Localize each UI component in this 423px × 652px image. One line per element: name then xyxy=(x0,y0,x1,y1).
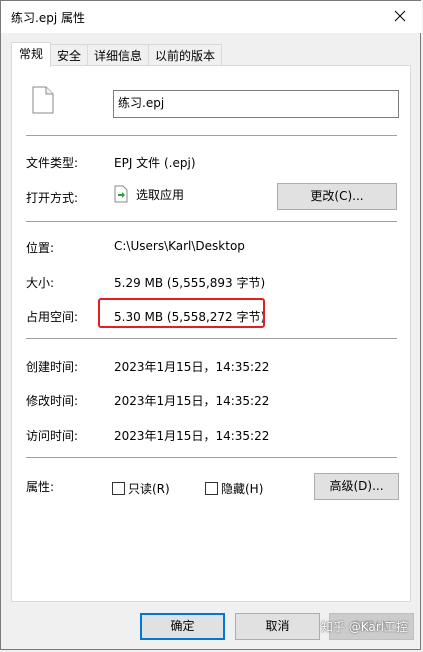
separator xyxy=(26,457,397,458)
window-title: 练习.epj 属性 xyxy=(11,11,85,25)
file-type-value: EPJ 文件 (.epj) xyxy=(114,156,196,170)
location-label: 位置: xyxy=(26,241,55,255)
open-with-app-name: 选取应用 xyxy=(136,188,185,202)
created-value: 2023年1月15日，14:35:22 xyxy=(114,360,270,374)
readonly-checkbox[interactable]: 只读(R) xyxy=(112,480,170,497)
tab-previous-versions[interactable]: 以前的版本 xyxy=(148,44,223,66)
tab-general[interactable]: 常规 xyxy=(11,42,52,67)
tab-strip: 常规 安全 详细信息 以前的版本 xyxy=(11,42,223,67)
attributes-label: 属性: xyxy=(26,480,55,494)
tab-details[interactable]: 详细信息 xyxy=(87,44,150,66)
size-label: 大小: xyxy=(26,276,55,290)
size-on-disk-label: 占用空间: xyxy=(26,310,79,324)
file-type-label: 文件类型: xyxy=(26,156,79,170)
change-button[interactable]: 更改(C)... xyxy=(277,183,397,210)
choose-app-icon xyxy=(114,185,128,206)
separator xyxy=(26,338,397,339)
file-icon xyxy=(32,86,54,117)
ok-button[interactable]: 确定 xyxy=(140,613,225,640)
hidden-checkbox-box[interactable] xyxy=(205,482,218,495)
separator xyxy=(26,221,397,222)
size-on-disk-highlight xyxy=(98,298,265,328)
properties-window: 练习.epj 属性 常规 安全 详细信息 以前的版本 练习.epj 文件类型: … xyxy=(0,0,422,650)
open-with-label: 打开方式: xyxy=(26,191,79,205)
modified-label: 修改时间: xyxy=(26,394,79,408)
separator xyxy=(26,135,397,136)
tab-security[interactable]: 安全 xyxy=(50,44,89,66)
general-panel: 练习.epj 文件类型: EPJ 文件 (.epj) 打开方式: 选取应用 更改… xyxy=(11,65,411,602)
watermark: 知乎 @Karl工控 xyxy=(320,620,408,634)
file-name-field[interactable]: 练习.epj xyxy=(113,90,399,118)
modified-value: 2023年1月15日，14:35:22 xyxy=(114,394,270,408)
close-button[interactable] xyxy=(378,1,422,33)
cancel-button[interactable]: 取消 xyxy=(235,613,320,640)
created-label: 创建时间: xyxy=(26,360,79,374)
size-value: 5.29 MB (5,555,893 字节) xyxy=(114,276,266,290)
advanced-button[interactable]: 高级(D)... xyxy=(314,473,399,500)
open-with-value: 选取应用 xyxy=(114,185,184,206)
accessed-label: 访问时间: xyxy=(26,429,79,443)
hidden-checkbox[interactable]: 隐藏(H) xyxy=(205,480,263,497)
readonly-checkbox-label: 只读(R) xyxy=(128,482,170,496)
location-value: C:\Users\Karl\Desktop xyxy=(114,239,245,253)
title-bar: 练习.epj 属性 xyxy=(1,1,422,33)
hidden-checkbox-label: 隐藏(H) xyxy=(221,482,264,496)
close-icon xyxy=(394,10,406,25)
accessed-value: 2023年1月15日，14:35:22 xyxy=(114,429,270,443)
readonly-checkbox-box[interactable] xyxy=(112,482,125,495)
